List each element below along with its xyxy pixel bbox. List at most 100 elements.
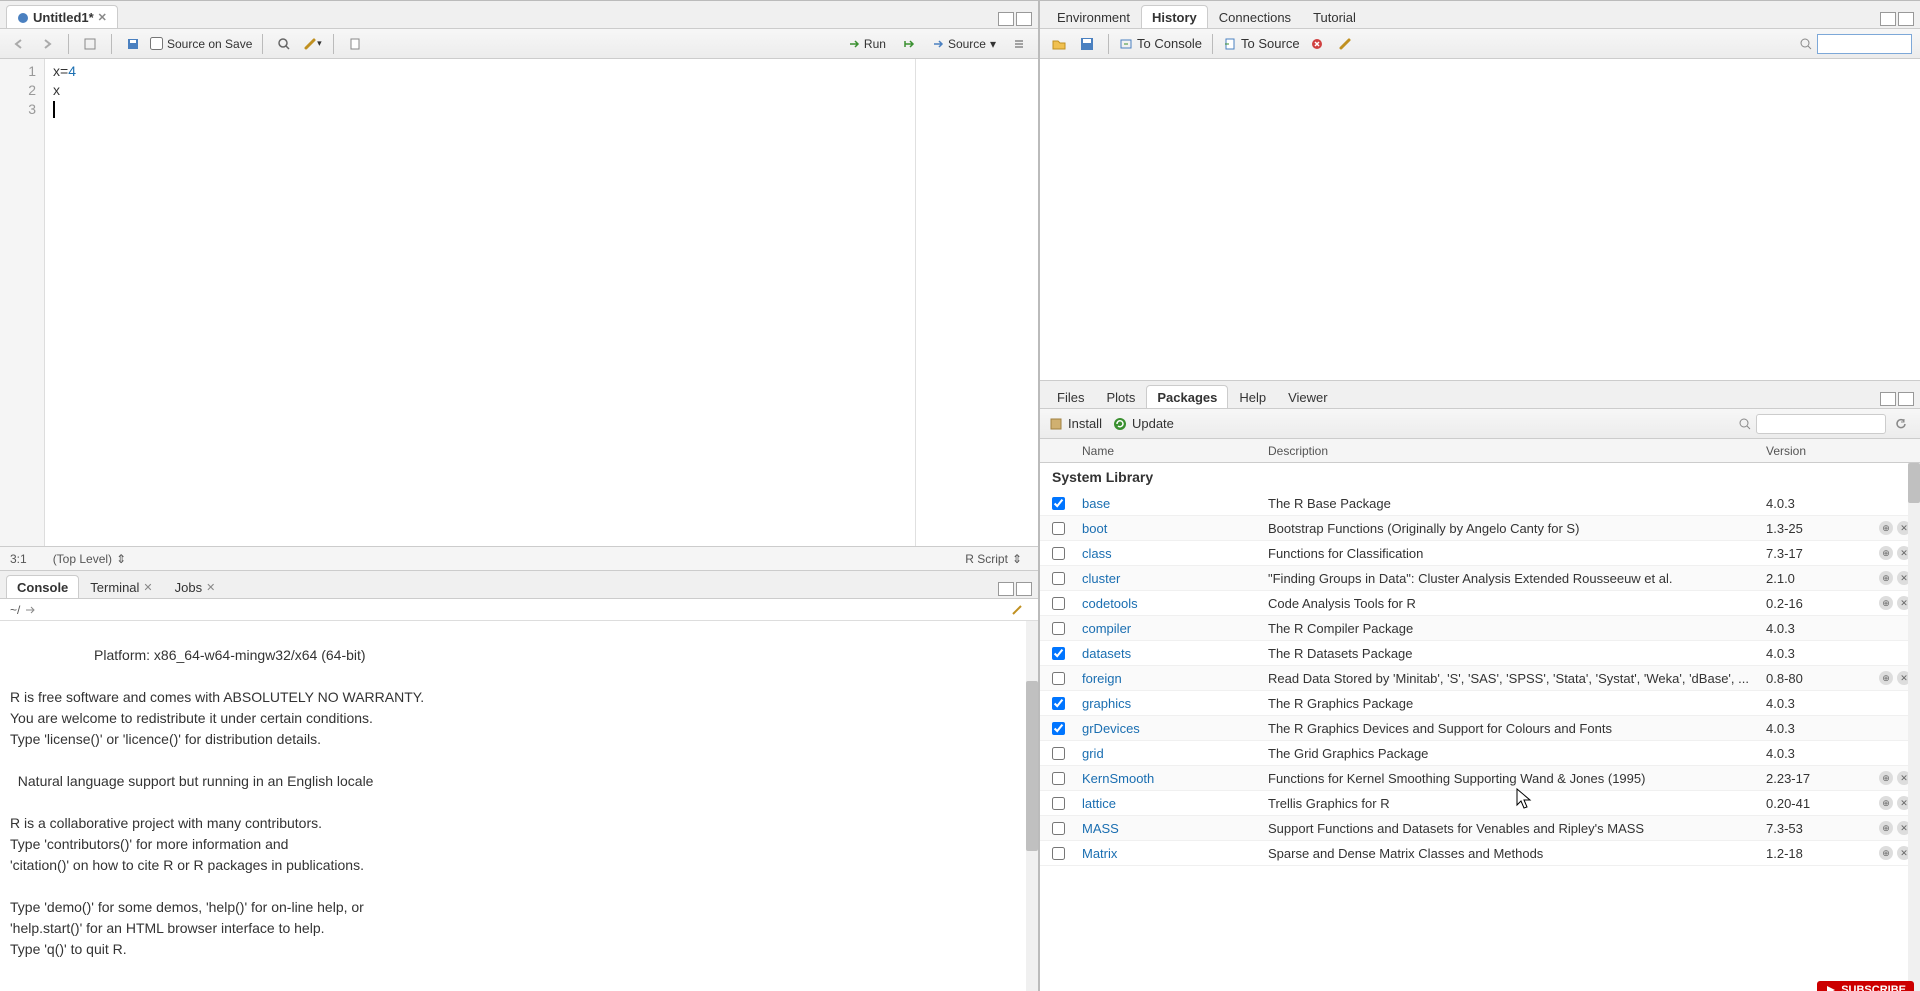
- pkg-name-link[interactable]: datasets: [1076, 646, 1262, 661]
- pkg-load-checkbox[interactable]: [1052, 722, 1065, 735]
- load-history-icon[interactable]: [1048, 33, 1070, 55]
- remove-history-icon[interactable]: [1306, 33, 1328, 55]
- pkg-name-link[interactable]: grDevices: [1076, 721, 1262, 736]
- tab-help[interactable]: Help: [1228, 385, 1277, 408]
- tab-plots[interactable]: Plots: [1095, 385, 1146, 408]
- tab-console[interactable]: Console: [6, 575, 79, 598]
- update-button[interactable]: Update: [1112, 416, 1174, 432]
- pkg-load-checkbox[interactable]: [1052, 697, 1065, 710]
- pkg-scrollbar[interactable]: [1908, 463, 1920, 991]
- source-on-save-checkbox[interactable]: Source on Save: [150, 37, 252, 51]
- pkg-name-link[interactable]: grid: [1076, 746, 1262, 761]
- source-tab-untitled[interactable]: Untitled1* ✕: [6, 5, 118, 28]
- pkg-web-icon[interactable]: ⊕: [1879, 671, 1893, 685]
- goto-file-function[interactable]: Go to file/function: [190, 0, 350, 1]
- tab-terminal[interactable]: Terminal✕: [79, 575, 163, 598]
- clear-console-icon[interactable]: [1006, 599, 1028, 621]
- tab-tutorial[interactable]: Tutorial: [1302, 5, 1367, 28]
- pkg-load-checkbox[interactable]: [1052, 747, 1065, 760]
- pkg-name-link[interactable]: class: [1076, 546, 1262, 561]
- pkg-web-icon[interactable]: ⊕: [1879, 771, 1893, 785]
- pkg-web-icon[interactable]: ⊕: [1879, 546, 1893, 560]
- clear-history-icon[interactable]: [1334, 33, 1356, 55]
- minimize-pane-icon[interactable]: [1880, 392, 1896, 406]
- pkg-load-checkbox[interactable]: [1052, 797, 1065, 810]
- pkg-load-checkbox[interactable]: [1052, 847, 1065, 860]
- tab-jobs[interactable]: Jobs✕: [164, 575, 227, 598]
- pkg-web-icon[interactable]: ⊕: [1879, 846, 1893, 860]
- pkg-load-checkbox[interactable]: [1052, 597, 1065, 610]
- pkg-load-checkbox[interactable]: [1052, 522, 1065, 535]
- pkg-load-checkbox[interactable]: [1052, 622, 1065, 635]
- pkg-name-link[interactable]: cluster: [1076, 571, 1262, 586]
- show-in-new-window-icon[interactable]: [79, 33, 101, 55]
- save-icon[interactable]: [99, 0, 121, 1]
- pkg-load-checkbox[interactable]: [1052, 772, 1065, 785]
- pkg-name-link[interactable]: boot: [1076, 521, 1262, 536]
- console-output[interactable]: Platform: x86_64-w64-mingw32/x64 (64-bit…: [0, 621, 1038, 991]
- pkg-web-icon[interactable]: ⊕: [1879, 821, 1893, 835]
- scroll-thumb[interactable]: [1026, 681, 1038, 851]
- source-on-save-input[interactable]: [150, 37, 163, 50]
- project-label[interactable]: Project: (None): [1812, 0, 1899, 1]
- open-file-icon[interactable]: [60, 0, 82, 1]
- pkg-name-link[interactable]: Matrix: [1076, 846, 1262, 861]
- save-icon[interactable]: [122, 33, 144, 55]
- close-icon[interactable]: ✕: [206, 581, 215, 594]
- pkg-name-link[interactable]: codetools: [1076, 596, 1262, 611]
- tab-connections[interactable]: Connections: [1208, 5, 1302, 28]
- maximize-pane-icon[interactable]: [1016, 12, 1032, 26]
- save-history-icon[interactable]: [1076, 33, 1098, 55]
- pkg-name-link[interactable]: graphics: [1076, 696, 1262, 711]
- run-button[interactable]: Run: [842, 35, 892, 53]
- minimize-pane-icon[interactable]: [1880, 12, 1896, 26]
- language-selector[interactable]: R Script ⇕: [959, 550, 1028, 568]
- outline-icon[interactable]: [1008, 33, 1030, 55]
- pkg-load-checkbox[interactable]: [1052, 822, 1065, 835]
- scroll-thumb[interactable]: [1908, 463, 1920, 503]
- close-icon[interactable]: ✕: [143, 581, 152, 594]
- pkg-web-icon[interactable]: ⊕: [1879, 596, 1893, 610]
- chevron-down-icon[interactable]: ▾: [1905, 0, 1912, 1]
- new-project-icon[interactable]: [34, 0, 56, 1]
- minimize-pane-icon[interactable]: [998, 582, 1014, 596]
- pkg-load-checkbox[interactable]: [1052, 672, 1065, 685]
- pkg-web-icon[interactable]: ⊕: [1879, 521, 1893, 535]
- tab-environment[interactable]: Environment: [1046, 5, 1141, 28]
- tab-history[interactable]: History: [1141, 5, 1208, 28]
- pkg-load-checkbox[interactable]: [1052, 547, 1065, 560]
- pkg-load-checkbox[interactable]: [1052, 572, 1065, 585]
- pkg-web-icon[interactable]: ⊕: [1879, 796, 1893, 810]
- pkg-load-checkbox[interactable]: [1052, 647, 1065, 660]
- to-console-button[interactable]: To Console: [1119, 36, 1202, 51]
- close-icon[interactable]: ✕: [98, 11, 107, 24]
- to-source-button[interactable]: To Source: [1223, 36, 1300, 51]
- pkg-web-icon[interactable]: ⊕: [1879, 571, 1893, 585]
- tab-packages[interactable]: Packages: [1146, 385, 1228, 408]
- pkg-name-link[interactable]: foreign: [1076, 671, 1262, 686]
- compile-report-icon[interactable]: [344, 33, 366, 55]
- code-editor[interactable]: 123 x=4 x: [0, 59, 1038, 546]
- history-body[interactable]: [1040, 59, 1920, 380]
- source-button[interactable]: Source ▾: [926, 35, 1002, 53]
- install-button[interactable]: Install: [1048, 416, 1102, 432]
- print-icon[interactable]: [151, 0, 173, 1]
- addins-dropdown[interactable]: Addins ▾: [393, 0, 454, 1]
- pkg-name-link[interactable]: MASS: [1076, 821, 1262, 836]
- maximize-pane-icon[interactable]: [1898, 12, 1914, 26]
- pkg-search-input[interactable]: [1756, 414, 1886, 434]
- pkg-name-link[interactable]: base: [1076, 496, 1262, 511]
- pkg-table-body[interactable]: System Library baseThe R Base Package4.0…: [1040, 463, 1920, 991]
- back-arrow-icon[interactable]: [8, 33, 30, 55]
- pkg-load-checkbox[interactable]: [1052, 497, 1065, 510]
- rerun-icon[interactable]: [898, 33, 920, 55]
- refresh-icon[interactable]: [1890, 413, 1912, 435]
- pkg-name-link[interactable]: KernSmooth: [1076, 771, 1262, 786]
- save-all-icon[interactable]: [125, 0, 147, 1]
- minimize-pane-icon[interactable]: [998, 12, 1014, 26]
- tools-icon[interactable]: [367, 0, 389, 1]
- maximize-pane-icon[interactable]: [1016, 582, 1032, 596]
- console-scrollbar[interactable]: [1026, 621, 1038, 991]
- subscribe-badge[interactable]: SUBSCRIBE: [1817, 981, 1914, 991]
- tab-viewer[interactable]: Viewer: [1277, 385, 1339, 408]
